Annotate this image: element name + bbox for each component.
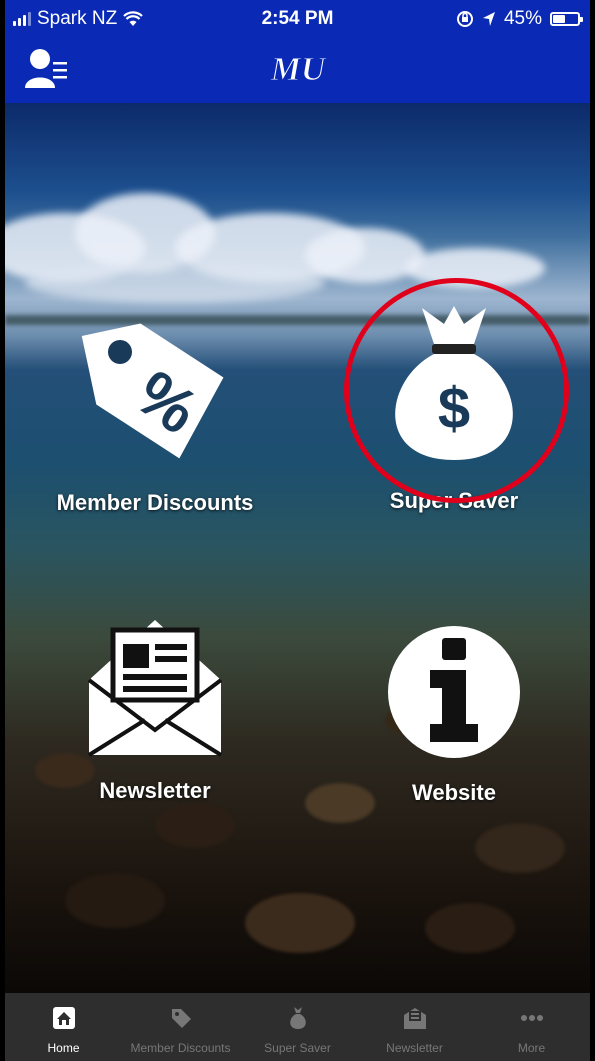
status-bar: Spark NZ 2:54 PM 45% bbox=[5, 0, 590, 38]
newsletter-envelope-icon bbox=[87, 620, 223, 757]
money-bag-icon: $ bbox=[395, 306, 513, 460]
newsletter-tile[interactable]: Newsletter bbox=[30, 610, 280, 804]
tab-home[interactable]: Home bbox=[5, 993, 122, 1061]
tab-super-saver[interactable]: Super Saver bbox=[239, 993, 356, 1061]
newsletter-icon bbox=[403, 1008, 426, 1029]
tab-member-discounts-label: Member Discounts bbox=[130, 1041, 231, 1055]
location-arrow-icon bbox=[482, 12, 495, 26]
discount-tag-icon: % bbox=[81, 323, 224, 459]
tab-member-discounts[interactable]: Member Discounts bbox=[122, 993, 239, 1061]
tab-newsletter[interactable]: Newsletter bbox=[356, 993, 473, 1061]
member-discounts-tile[interactable]: % Member Discounts bbox=[30, 312, 280, 516]
super-saver-tile[interactable]: $ Super Saver bbox=[329, 300, 579, 514]
money-bag-icon bbox=[289, 1007, 306, 1029]
app-bar: MU bbox=[5, 38, 590, 103]
background-lake-photo bbox=[5, 103, 590, 993]
svg-text:MU: MU bbox=[269, 51, 327, 88]
bottom-tab-bar: Home Member Discounts Super Saver Newsle… bbox=[5, 993, 590, 1061]
tab-super-saver-label: Super Saver bbox=[264, 1041, 331, 1055]
status-indicators: 45% bbox=[456, 8, 583, 30]
tag-icon bbox=[171, 1009, 191, 1028]
newsletter-label: Newsletter bbox=[99, 778, 211, 803]
profile-menu-icon[interactable] bbox=[23, 46, 73, 92]
orientation-lock-icon bbox=[456, 11, 473, 27]
mu-logo: MU bbox=[269, 51, 328, 89]
website-label: Website bbox=[412, 780, 496, 805]
website-tile[interactable]: Website bbox=[329, 622, 579, 806]
more-dots-icon bbox=[520, 1015, 543, 1021]
app-header: Spark NZ 2:54 PM 45% MU bbox=[5, 0, 590, 103]
tab-home-label: Home bbox=[47, 1041, 80, 1055]
tab-more[interactable]: More bbox=[473, 993, 590, 1061]
battery-icon bbox=[550, 12, 583, 26]
info-icon bbox=[388, 626, 520, 758]
svg-text:$: $ bbox=[438, 376, 470, 441]
member-discounts-label: Member Discounts bbox=[56, 490, 254, 515]
tab-newsletter-label: Newsletter bbox=[386, 1041, 443, 1055]
super-saver-label: Super Saver bbox=[389, 488, 519, 513]
tab-more-label: More bbox=[517, 1041, 546, 1055]
battery-percent: 45% bbox=[503, 8, 542, 29]
home-icon bbox=[52, 1007, 75, 1029]
